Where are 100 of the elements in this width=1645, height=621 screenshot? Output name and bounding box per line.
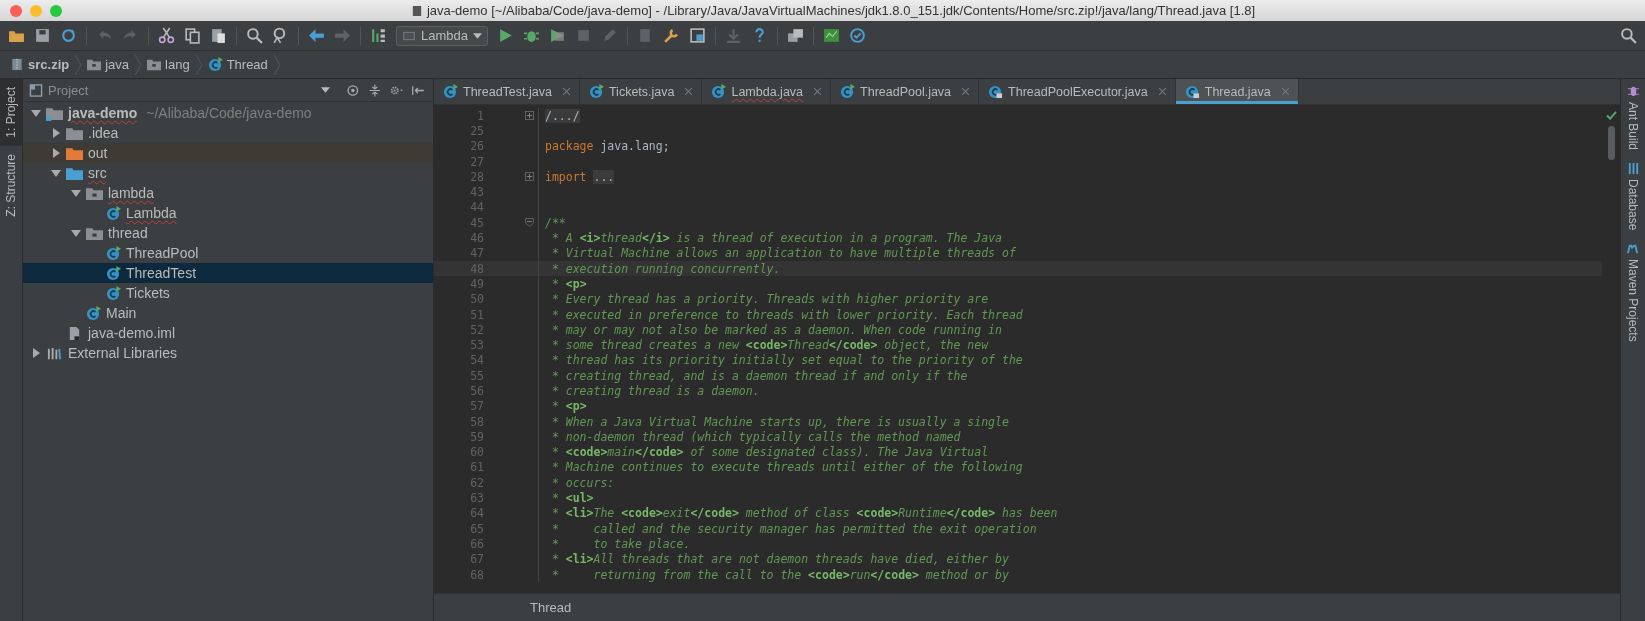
editor-tab[interactable]: ThreadPool.java [831, 79, 980, 104]
tool-window-tab[interactable]: Database [1621, 156, 1645, 237]
target-icon[interactable] [346, 82, 360, 98]
line-number: 54 [469, 353, 484, 368]
tree-item[interactable]: out [23, 143, 433, 163]
check-circle-icon[interactable] [849, 27, 866, 44]
caret-icon [473, 32, 482, 39]
line-number: 26 [469, 139, 484, 154]
maven-icon [1626, 242, 1640, 256]
editor-tab[interactable]: Lambda.java [702, 79, 832, 104]
run-icon[interactable] [497, 27, 514, 44]
chevron-icon [195, 54, 202, 75]
sync-icon[interactable] [60, 27, 77, 44]
breadcrumb[interactable]: Thread [530, 600, 572, 615]
expanded-arrow-icon[interactable] [31, 108, 41, 118]
line-number: 67 [469, 552, 484, 567]
class-icon [106, 245, 121, 261]
folder-icon [147, 58, 162, 71]
tree-item[interactable]: java-demo.iml [23, 323, 433, 343]
wrench-icon[interactable] [663, 27, 680, 44]
ant-icon [1626, 85, 1640, 98]
editor-tab[interactable]: ThreadPoolExecutor.java [979, 79, 1176, 104]
expand-fold-icon[interactable] [525, 172, 534, 182]
line-number: 50 [469, 292, 484, 307]
close-button[interactable] [10, 4, 22, 17]
editor-tab[interactable]: Thread.java [1175, 79, 1299, 104]
close-icon[interactable] [814, 88, 822, 95]
close-icon[interactable] [685, 88, 693, 95]
breadcrumb[interactable]: Thread [205, 57, 270, 72]
locked-class-icon [988, 84, 1004, 99]
tree-item[interactable]: src [23, 163, 433, 183]
tool-window-tab[interactable]: Ant Build [1621, 79, 1645, 157]
line-number: 63 [469, 491, 484, 506]
folder-icon [86, 225, 103, 241]
expanded-arrow-icon[interactable] [71, 228, 81, 238]
database-icon [1626, 162, 1640, 176]
code-line: * to take place. [550, 536, 691, 551]
tree-item[interactable]: Main [23, 303, 433, 323]
code-line: * <code>main</code> of some designated class). The Java Virtual [550, 445, 989, 460]
tree-item[interactable]: Lambda [23, 203, 433, 223]
code-line: * execution running concurrently. [550, 261, 782, 276]
line-number: 52 [469, 322, 484, 337]
line-number: 25 [469, 123, 484, 138]
close-icon[interactable] [962, 88, 970, 95]
tab-label: ThreadTest.java [463, 84, 552, 99]
tree-item-label: src [88, 165, 107, 181]
collapsed-arrow-icon[interactable] [31, 348, 41, 358]
scrollbar[interactable] [1607, 126, 1615, 160]
folder-icon [66, 145, 83, 161]
tool-window-tab[interactable]: Maven Projects [1621, 236, 1645, 349]
tree-item[interactable]: .idea [23, 123, 433, 143]
tree-item[interactable]: java-demo ~/Alibaba/Code/java-demo [23, 103, 433, 123]
tree-item[interactable]: ThreadPool [23, 243, 433, 263]
search-icon[interactable] [246, 27, 263, 44]
line-number: 44 [469, 200, 484, 215]
editor-tab[interactable]: ThreadTest.java [434, 79, 580, 104]
close-icon[interactable] [1158, 88, 1166, 95]
paste-icon[interactable] [210, 27, 227, 44]
monitor-icon[interactable] [823, 27, 840, 44]
tree-item[interactable]: thread [23, 223, 433, 243]
archive-icon [10, 58, 24, 71]
coverage-icon[interactable] [549, 27, 566, 44]
tree-item[interactable]: ThreadTest [23, 263, 433, 283]
tool-window-tab[interactable]: Z: Structure [0, 145, 22, 225]
code-line: * <li>The <code>exit</code> method of class <code>Runtime</code> has been [550, 506, 1058, 521]
code-line: * occurs: [550, 475, 615, 490]
editor-tab[interactable]: Tickets.java [579, 79, 703, 104]
save-icon[interactable] [34, 27, 51, 44]
code-line: * some thread creates a new <code>Thread</code> object, the new [550, 338, 989, 353]
expand-fold-icon[interactable] [525, 111, 534, 121]
tree-item[interactable]: lambda [23, 183, 433, 203]
tree-item-label: .idea [88, 125, 119, 141]
search-icon[interactable] [1620, 27, 1637, 44]
copy-icon[interactable] [184, 27, 201, 44]
collapse-icon[interactable] [367, 82, 382, 98]
class-icon [588, 84, 604, 99]
line-number: 49 [469, 276, 484, 291]
close-icon[interactable] [562, 88, 570, 95]
back-icon[interactable] [308, 27, 325, 44]
line-number: 27 [469, 154, 484, 169]
tool-window-tab[interactable]: 1: Project [0, 79, 22, 146]
scissors-icon[interactable] [158, 27, 175, 44]
tree-item-label: java-demo.iml [88, 325, 176, 341]
check-icon [1605, 111, 1617, 120]
code-line: * Every thread has a priority. Threads with higher priority are [550, 292, 989, 307]
project-view-dropdown[interactable]: Project [29, 82, 331, 98]
line-number: 59 [469, 429, 484, 444]
build-icon[interactable] [370, 27, 387, 44]
vcs-icon[interactable] [787, 27, 804, 44]
document-icon [411, 4, 422, 17]
tree-item[interactable]: Tickets [23, 283, 433, 303]
tree-item[interactable]: External Libraries [23, 343, 433, 363]
breadcrumb[interactable]: java [85, 57, 132, 72]
code-line: * creating thread is a daemon. [550, 384, 760, 398]
run-configuration-dropdown[interactable]: Lambda [396, 25, 488, 46]
breadcrumb[interactable]: src.zip [8, 57, 72, 72]
line-number: 56 [469, 384, 484, 398]
collapse-fold-icon[interactable] [525, 218, 534, 228]
breadcrumb[interactable]: lang [145, 57, 192, 72]
structure-icon[interactable] [689, 27, 706, 44]
